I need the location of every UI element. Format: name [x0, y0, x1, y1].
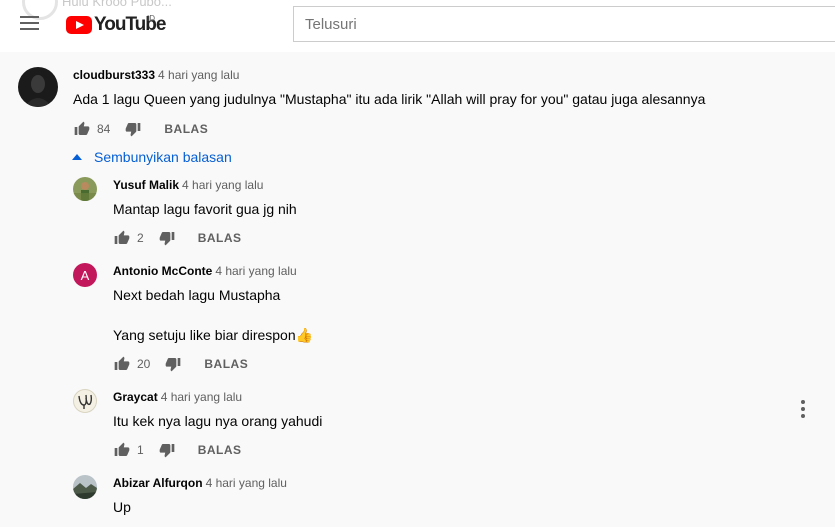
like-count: 20	[137, 357, 151, 371]
author-name[interactable]: cloudburst333	[73, 68, 155, 82]
hamburger-menu-icon[interactable]	[20, 16, 39, 32]
comment-text-line: Yang setuju like biar direspon👍	[113, 327, 314, 343]
thumbs-up-icon[interactable]	[113, 229, 131, 247]
thumbs-down-icon[interactable]	[164, 355, 182, 373]
thumbs-down-icon[interactable]	[158, 229, 176, 247]
avatar[interactable]	[18, 67, 58, 107]
avatar[interactable]	[73, 389, 97, 413]
author-name[interactable]: Yusuf Malik	[113, 178, 179, 192]
author-name[interactable]: Antonio McConte	[113, 264, 212, 278]
comment-header: cloudburst333 4 hari yang lalu	[73, 68, 239, 82]
avatar[interactable]: A	[73, 263, 97, 287]
thumbs-up-icon[interactable]	[113, 355, 131, 373]
comment-text-line: Next bedah lagu Mustapha	[113, 287, 281, 303]
comment-actions: 84 BALAS	[73, 119, 208, 139]
reply-button[interactable]: BALAS	[164, 122, 208, 136]
comment-actions: 2 BALAS	[113, 228, 242, 248]
timestamp[interactable]: 4 hari yang lalu	[161, 390, 242, 404]
vertical-ellipsis-icon[interactable]	[799, 400, 807, 418]
masthead: Hulu Krooo Pubo... YouTube ID	[0, 0, 835, 52]
comment-text: Up	[113, 499, 131, 515]
like-count: 1	[137, 443, 144, 457]
comment-header: Graycat 4 hari yang lalu	[113, 390, 242, 404]
reply-button[interactable]: BALAS	[198, 231, 242, 245]
timestamp[interactable]: 4 hari yang lalu	[182, 178, 263, 192]
comment-header: Yusuf Malik 4 hari yang lalu	[113, 178, 263, 192]
avatar[interactable]	[73, 177, 97, 201]
caret-up-icon	[72, 154, 82, 160]
author-name[interactable]: Graycat	[113, 390, 158, 404]
avatar-letter: A	[80, 267, 90, 283]
search-input[interactable]	[293, 6, 835, 42]
comment-text: Itu kek nya lagu nya orang yahudi	[113, 413, 323, 429]
hide-replies-button[interactable]: Sembunyikan balasan	[72, 149, 232, 165]
like-count: 2	[137, 231, 144, 245]
timestamp[interactable]: 4 hari yang lalu	[158, 68, 239, 82]
like-count: 84	[97, 122, 111, 136]
reply-button[interactable]: BALAS	[198, 443, 242, 457]
author-name[interactable]: Abizar Alfurqon	[113, 476, 203, 490]
ghost-overlay-text: Hulu Krooo Pubo...	[62, 0, 172, 9]
timestamp[interactable]: 4 hari yang lalu	[206, 476, 287, 490]
thumbs-down-icon[interactable]	[158, 441, 176, 459]
country-code: ID	[147, 14, 155, 23]
hide-replies-label: Sembunyikan balasan	[94, 149, 232, 165]
youtube-play-icon	[66, 16, 92, 34]
comment-actions: 1 BALAS	[113, 440, 242, 460]
timestamp[interactable]: 4 hari yang lalu	[215, 264, 296, 278]
thumbs-up-icon[interactable]	[113, 441, 131, 459]
comment-text: Ada 1 lagu Queen yang judulnya "Mustapha…	[73, 91, 706, 107]
avatar[interactable]	[73, 475, 97, 499]
thumbs-up-icon[interactable]	[73, 120, 91, 138]
reply-button[interactable]: BALAS	[204, 357, 248, 371]
thumbs-down-icon[interactable]	[124, 120, 142, 138]
comment-header: Abizar Alfurqon 4 hari yang lalu	[113, 476, 287, 490]
comment-text: Mantap lagu favorit gua jg nih	[113, 201, 297, 217]
comment-actions: 20 BALAS	[113, 354, 248, 374]
comment-header: Antonio McConte 4 hari yang lalu	[113, 264, 297, 278]
